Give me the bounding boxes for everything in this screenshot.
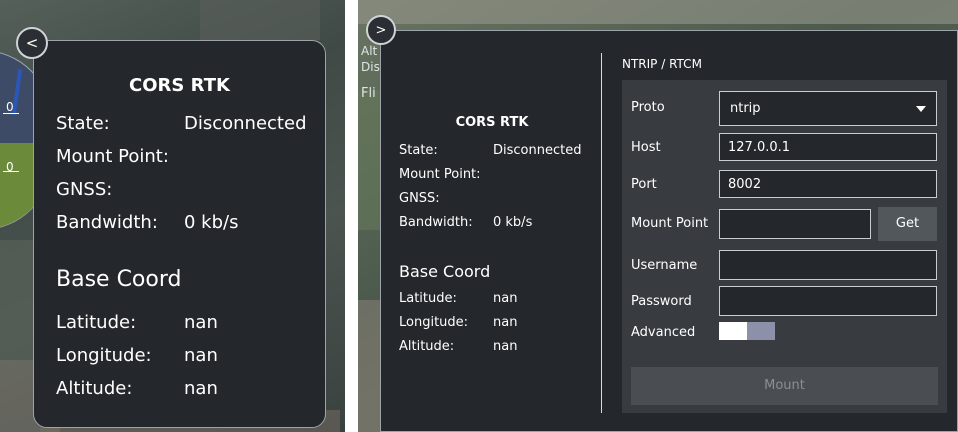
mount-point-label: Mount Point:	[56, 146, 169, 167]
collapse-panel-button[interactable]: <	[16, 27, 48, 59]
proto-select[interactable]: ntrip	[719, 91, 937, 126]
advanced-toggle[interactable]	[719, 322, 775, 340]
username-label: Username	[631, 258, 698, 273]
bandwidth-value: 0 kb/s	[184, 212, 239, 233]
mount-point-label: Mount Point	[631, 216, 709, 231]
advanced-label: Advanced	[631, 325, 696, 340]
latitude-label: Latitude:	[399, 291, 457, 306]
altitude-label: Altitude:	[56, 378, 133, 399]
attitude-label: 0	[6, 160, 14, 174]
caret-down-icon	[916, 106, 926, 112]
map-overlay-label: Dis	[361, 60, 380, 74]
username-input[interactable]	[719, 250, 937, 280]
bandwidth-label: Bandwidth:	[56, 212, 158, 233]
port-input[interactable]	[719, 170, 937, 198]
cors-rtk-panel-zoomed: CORS RTK State: Disconnected Mount Point…	[33, 40, 326, 428]
panel-title: CORS RTK	[129, 75, 230, 96]
panel-divider	[601, 53, 602, 413]
gnss-label: GNSS:	[399, 191, 440, 206]
map-tile	[358, 0, 958, 24]
ntrip-settings-box: Proto ntrip Host Port Mount Point Get Us…	[622, 80, 947, 413]
attitude-label: 0	[6, 100, 14, 114]
state-label: State:	[399, 143, 438, 158]
password-input[interactable]	[719, 286, 937, 316]
altitude-value: nan	[493, 339, 518, 354]
gnss-label: GNSS:	[56, 179, 113, 200]
longitude-value: nan	[493, 315, 518, 330]
latitude-label: Latitude:	[56, 312, 137, 333]
base-coord-title: Base Coord	[399, 262, 491, 281]
state-label: State:	[56, 113, 110, 134]
base-coord-title: Base Coord	[56, 267, 182, 292]
panel-title: CORS RTK	[455, 115, 529, 130]
bandwidth-value: 0 kb/s	[493, 215, 533, 230]
altitude-label: Altitude:	[399, 339, 455, 354]
bandwidth-label: Bandwidth:	[399, 215, 473, 230]
expand-panel-button[interactable]: >	[366, 15, 396, 45]
ntrip-section-title: NTRIP / RTCM	[622, 57, 702, 71]
latitude-value: nan	[493, 291, 518, 306]
toggle-knob	[719, 322, 747, 340]
longitude-label: Longitude:	[56, 345, 152, 366]
map-overlay-label: Fli	[361, 86, 376, 101]
map-overlay-label: Alt	[361, 44, 378, 58]
latitude-value: nan	[184, 312, 218, 333]
port-label: Port	[631, 177, 657, 192]
password-label: Password	[631, 294, 692, 309]
state-value: Disconnected	[493, 143, 582, 158]
longitude-value: nan	[184, 345, 218, 366]
altitude-value: nan	[184, 378, 218, 399]
host-input[interactable]	[719, 133, 937, 161]
host-label: Host	[631, 140, 661, 155]
longitude-label: Longitude:	[399, 315, 469, 330]
cors-rtk-panel: CORS RTK State: Disconnected Mount Point…	[380, 30, 958, 432]
proto-label: Proto	[631, 100, 665, 115]
mount-button[interactable]: Mount	[631, 367, 938, 405]
state-value: Disconnected	[184, 113, 307, 134]
map-tile	[200, 0, 320, 40]
get-button[interactable]: Get	[878, 207, 937, 241]
mount-point-label: Mount Point:	[399, 167, 481, 182]
proto-select-value: ntrip	[730, 101, 761, 116]
mount-point-input[interactable]	[719, 209, 871, 239]
